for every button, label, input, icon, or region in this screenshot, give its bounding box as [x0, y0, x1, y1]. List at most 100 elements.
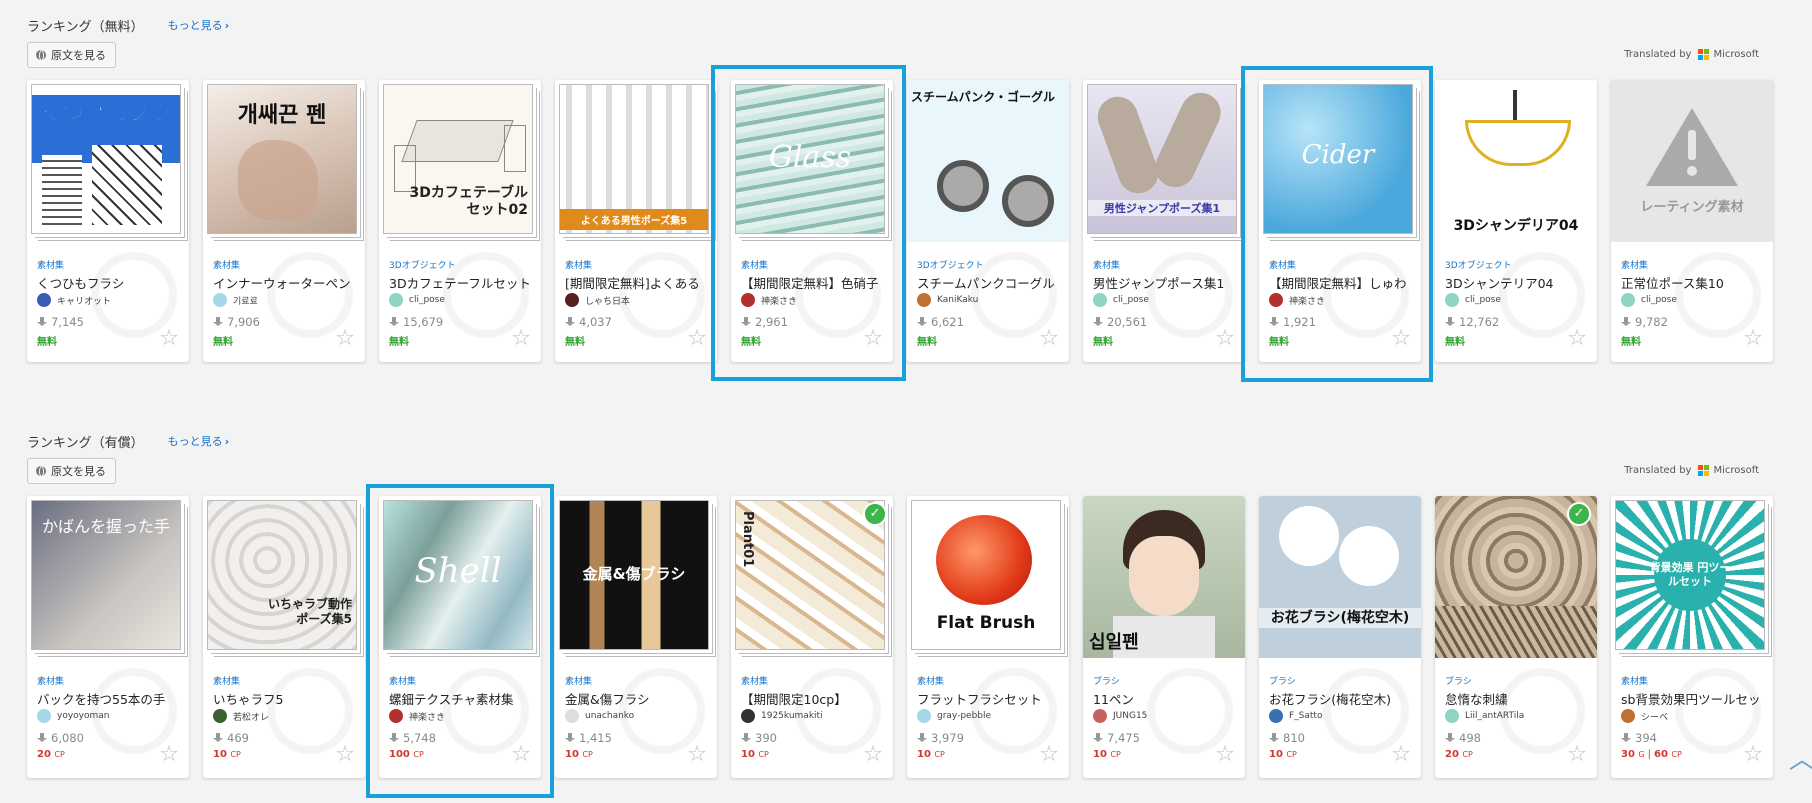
card-title[interactable]: 螺鈿テクスチャ素材集 — [389, 689, 537, 708]
product-card[interactable]: ✓ ブラシ 怠惰な刺繍 Liil_antARTila 498 20 CP ☆ — [1435, 496, 1597, 778]
author[interactable]: F_Satto — [1269, 708, 1322, 724]
card-title[interactable]: 正常位ポース集10 — [1621, 273, 1769, 292]
price: 10 CP — [741, 749, 769, 760]
product-card[interactable]: 3Dカフェテーブルセット02 3Dオブジェクト 3Dカフェテーフルセット cli… — [379, 80, 541, 362]
star-outline-icon[interactable]: ☆ — [1039, 328, 1059, 350]
star-outline-icon[interactable]: ☆ — [1039, 744, 1059, 766]
card-title[interactable]: バックを持つ55本の手 — [37, 689, 185, 708]
category-label: ブラシ — [1445, 677, 1472, 687]
card-title[interactable]: スチームパンクコーグル — [917, 273, 1065, 292]
star-outline-icon[interactable]: ☆ — [863, 328, 883, 350]
avatar — [1621, 709, 1635, 723]
card-title[interactable]: インナーウォーターペン — [213, 273, 361, 292]
card-title[interactable]: 3Dカフェテーフルセット — [389, 273, 537, 292]
author[interactable]: シーベ — [1621, 708, 1668, 724]
avatar — [917, 293, 931, 307]
author[interactable]: unachanko — [565, 708, 634, 724]
author[interactable]: しゃち日本 — [565, 292, 630, 308]
card-title[interactable]: フラットフラシセット — [917, 689, 1065, 708]
download-icon — [565, 317, 575, 327]
download-count: 12,762 — [1445, 315, 1499, 329]
star-outline-icon[interactable]: ☆ — [1567, 328, 1587, 350]
author[interactable]: KaniKaku — [917, 292, 978, 308]
product-card[interactable]: Plant01 ✓ 素材集 【期間限定10cp】 1925kumakiti 39… — [731, 496, 893, 778]
download-count: 4,037 — [565, 315, 612, 329]
chevron-up-icon[interactable]: ︿ — [1789, 747, 1812, 777]
product-card[interactable]: よくある男性ポーズ集5 素材集 [期間限定無料]よくある しゃち日本 4,037… — [555, 80, 717, 362]
author[interactable]: 若松オレ — [213, 708, 269, 724]
author[interactable]: cli_pose — [1621, 292, 1677, 308]
author[interactable]: 1925kumakiti — [741, 708, 823, 724]
product-card[interactable]: 십일펜 ブラシ 11ペン JUNG15 7,475 10 CP ☆ — [1083, 496, 1245, 778]
product-card[interactable]: スチームパンク・ゴーグル 3Dオブジェクト スチームパンクコーグル KaniKa… — [907, 80, 1069, 362]
microsoft-logo-icon — [1698, 465, 1710, 476]
check-icon: ✓ — [1567, 502, 1591, 526]
more-link[interactable]: もっと見る › — [168, 17, 230, 33]
product-card[interactable]: いちゃラブ動作ポーズ集5 素材集 いちゃラフ5 若松オレ 469 10 CP ☆ — [203, 496, 365, 778]
star-outline-icon[interactable]: ☆ — [1215, 744, 1235, 766]
product-card[interactable]: くつひもブラシ 素材集 くつひもフラシ キャリオット 7,145 無料 ☆ — [27, 80, 189, 362]
star-outline-icon[interactable]: ☆ — [863, 744, 883, 766]
card-title[interactable]: 金属&傷フラシ — [565, 689, 713, 708]
view-original-button[interactable]: 原文を見る — [27, 42, 116, 68]
avatar — [389, 293, 403, 307]
card-title[interactable]: いちゃラフ5 — [213, 689, 361, 708]
author[interactable]: Liil_antARTila — [1445, 708, 1524, 724]
star-outline-icon[interactable]: ☆ — [335, 328, 355, 350]
star-outline-icon[interactable]: ☆ — [159, 328, 179, 350]
author[interactable]: gray-pebble — [917, 708, 991, 724]
author[interactable]: cli_pose — [1445, 292, 1501, 308]
author[interactable]: JUNG15 — [1093, 708, 1147, 724]
card-title[interactable]: 【期間限定無料】しゅわ — [1269, 273, 1417, 292]
product-card[interactable]: Cider 素材集 【期間限定無料】しゅわ 神楽さき 1,921 無料 ☆ — [1259, 80, 1421, 362]
product-card[interactable]: 3Dシャンデリア04 3Dオブジェクト 3Dシャンテリア04 cli_pose … — [1435, 80, 1597, 362]
author[interactable]: yoyoyoman — [37, 708, 109, 724]
card-title[interactable]: 【期間限定10cp】 — [741, 689, 889, 708]
star-outline-icon[interactable]: ☆ — [1391, 328, 1411, 350]
card-title[interactable]: 男性ジャンプポース集1 — [1093, 273, 1241, 292]
star-outline-icon[interactable]: ☆ — [1391, 744, 1411, 766]
star-outline-icon[interactable]: ☆ — [1743, 328, 1763, 350]
product-card[interactable]: かばんを握った手 素材集 バックを持つ55本の手 yoyoyoman 6,080… — [27, 496, 189, 778]
author[interactable]: 神楽さき — [1269, 292, 1325, 308]
thumbnail: いちゃラブ動作ポーズ集5 — [207, 500, 357, 650]
more-link[interactable]: もっと見る › — [168, 433, 230, 449]
author[interactable]: 기료료 — [213, 292, 258, 308]
microsoft-logo-icon — [1698, 49, 1710, 60]
card-title[interactable]: sb背景効果円ツールセッ — [1621, 689, 1769, 708]
view-original-button[interactable]: 原文を見る — [27, 458, 116, 484]
author[interactable]: cli_pose — [1093, 292, 1149, 308]
card-title[interactable]: 3Dシャンテリア04 — [1445, 273, 1593, 292]
author[interactable]: cli_pose — [389, 292, 445, 308]
card-title[interactable]: 11ペン — [1093, 689, 1241, 708]
product-card[interactable]: Flat Brush 素材集 フラットフラシセット gray-pebble 3,… — [907, 496, 1069, 778]
card-title[interactable]: 怠惰な刺繍 — [1445, 689, 1593, 708]
star-outline-icon[interactable]: ☆ — [511, 328, 531, 350]
product-card[interactable]: 男性ジャンプポーズ集1 素材集 男性ジャンプポース集1 cli_pose 20,… — [1083, 80, 1245, 362]
author[interactable]: 神楽さき — [741, 292, 797, 308]
product-card[interactable]: 개쌔끈 펜 素材集 インナーウォーターペン 기료료 7,906 無料 ☆ — [203, 80, 365, 362]
star-outline-icon[interactable]: ☆ — [687, 328, 707, 350]
avatar — [1093, 293, 1107, 307]
author[interactable]: 神楽さき — [389, 708, 445, 724]
card-title[interactable]: お花フラシ(梅花空木) — [1269, 689, 1417, 708]
product-card[interactable]: 背景効果 円ツールセット 素材集 sb背景効果円ツールセッ シーベ 394 30… — [1611, 496, 1773, 778]
star-outline-icon[interactable]: ☆ — [511, 744, 531, 766]
star-outline-icon[interactable]: ☆ — [159, 744, 179, 766]
star-outline-icon[interactable]: ☆ — [1215, 328, 1235, 350]
product-card[interactable]: 金属&傷ブラシ 素材集 金属&傷フラシ unachanko 1,415 10 C… — [555, 496, 717, 778]
star-outline-icon[interactable]: ☆ — [335, 744, 355, 766]
author[interactable]: キャリオット — [37, 292, 111, 308]
product-card[interactable]: お花ブラシ(梅花空木) ブラシ お花フラシ(梅花空木) F_Satto 810 … — [1259, 496, 1421, 778]
star-outline-icon[interactable]: ☆ — [1567, 744, 1587, 766]
product-card[interactable]: Shell 素材集 螺鈿テクスチャ素材集 神楽さき 5,748 100 CP ☆ — [379, 496, 541, 778]
avatar — [1269, 709, 1283, 723]
download-count: 6,080 — [37, 731, 84, 745]
star-outline-icon[interactable]: ☆ — [1743, 744, 1763, 766]
product-card[interactable]: Glass 素材集 【期間限定無料】色硝子 神楽さき 2,961 無料 ☆ — [731, 80, 893, 362]
product-card[interactable]: レーティング素材 素材集 正常位ポース集10 cli_pose 9,782 無料… — [1611, 80, 1773, 362]
card-title[interactable]: くつひもフラシ — [37, 273, 185, 292]
card-title[interactable]: 【期間限定無料】色硝子 — [741, 273, 889, 292]
card-title[interactable]: [期間限定無料]よくある — [565, 273, 713, 292]
star-outline-icon[interactable]: ☆ — [687, 744, 707, 766]
